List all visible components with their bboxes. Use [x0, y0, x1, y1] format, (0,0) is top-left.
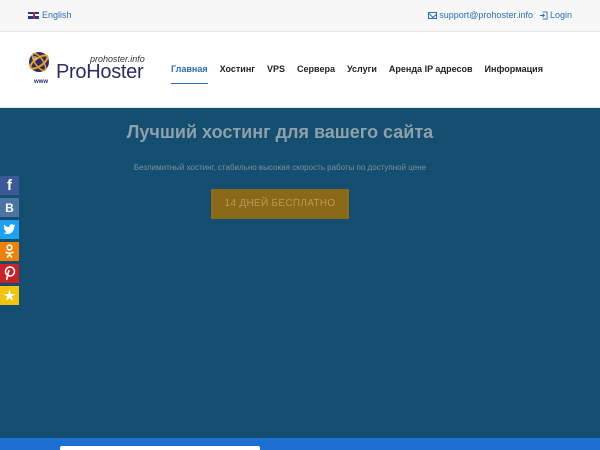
login-link[interactable]: Login	[539, 10, 572, 20]
pinterest-p-icon	[4, 266, 16, 281]
nav-item-services[interactable]: Услуги	[341, 64, 383, 84]
logo-www-text: www	[34, 79, 49, 85]
nav-item-home[interactable]: Главная	[171, 64, 214, 84]
login-text: Login	[549, 10, 572, 20]
favorites-icon[interactable]: ★	[0, 286, 19, 305]
bottom-banner-tab[interactable]	[60, 446, 260, 450]
top-right-links: support@prohoster.info Login	[428, 10, 572, 20]
envelope-icon	[428, 11, 438, 19]
prohoster-logo[interactable]: prohoster.info ProHoster www	[28, 48, 158, 88]
language-selector[interactable]: English	[28, 10, 72, 20]
ok-figure-icon	[5, 244, 14, 259]
globe-logo-icon	[29, 52, 49, 72]
language-label: English	[42, 10, 72, 20]
social-share-bar: f В ★	[0, 176, 19, 308]
vk-icon[interactable]: В	[0, 198, 19, 217]
hero-title: Лучший хостинг для вашего сайта	[126, 122, 434, 142]
twitter-icon[interactable]	[0, 220, 19, 239]
nav-item-hosting[interactable]: Хостинг	[214, 64, 261, 84]
hero-section: Лучший хостинг для вашего сайта Безлимит…	[0, 108, 600, 438]
uk-flag-icon	[28, 11, 39, 19]
nav-item-ip-rental[interactable]: Аренда IP адресов	[383, 64, 479, 84]
top-bar: English support@prohoster.info Login	[0, 0, 600, 32]
primary-nav: Главная Хостинг VPS Сервера Услуги Аренд…	[171, 64, 549, 84]
main-navbar: prohoster.info ProHoster www Главная Хос…	[0, 32, 600, 108]
facebook-icon[interactable]: f	[0, 176, 19, 195]
nav-item-information[interactable]: Информация	[479, 64, 549, 84]
nav-item-servers[interactable]: Сервера	[291, 64, 341, 84]
support-email-link[interactable]: support@prohoster.info	[428, 10, 533, 20]
twitter-bird-icon	[3, 224, 16, 235]
free-trial-button[interactable]: 14 ДНЕЙ БЕСПЛАТНО	[211, 189, 349, 219]
pinterest-icon[interactable]	[0, 264, 19, 283]
hero-subtitle: Безлимитный хостинг, стабильно высокая с…	[133, 163, 427, 172]
support-email-text: support@prohoster.info	[439, 10, 533, 20]
login-icon	[539, 10, 548, 20]
odnoklassniki-icon[interactable]	[0, 242, 19, 261]
nav-item-vps[interactable]: VPS	[261, 64, 291, 84]
logo-name-text: ProHoster	[56, 61, 144, 83]
